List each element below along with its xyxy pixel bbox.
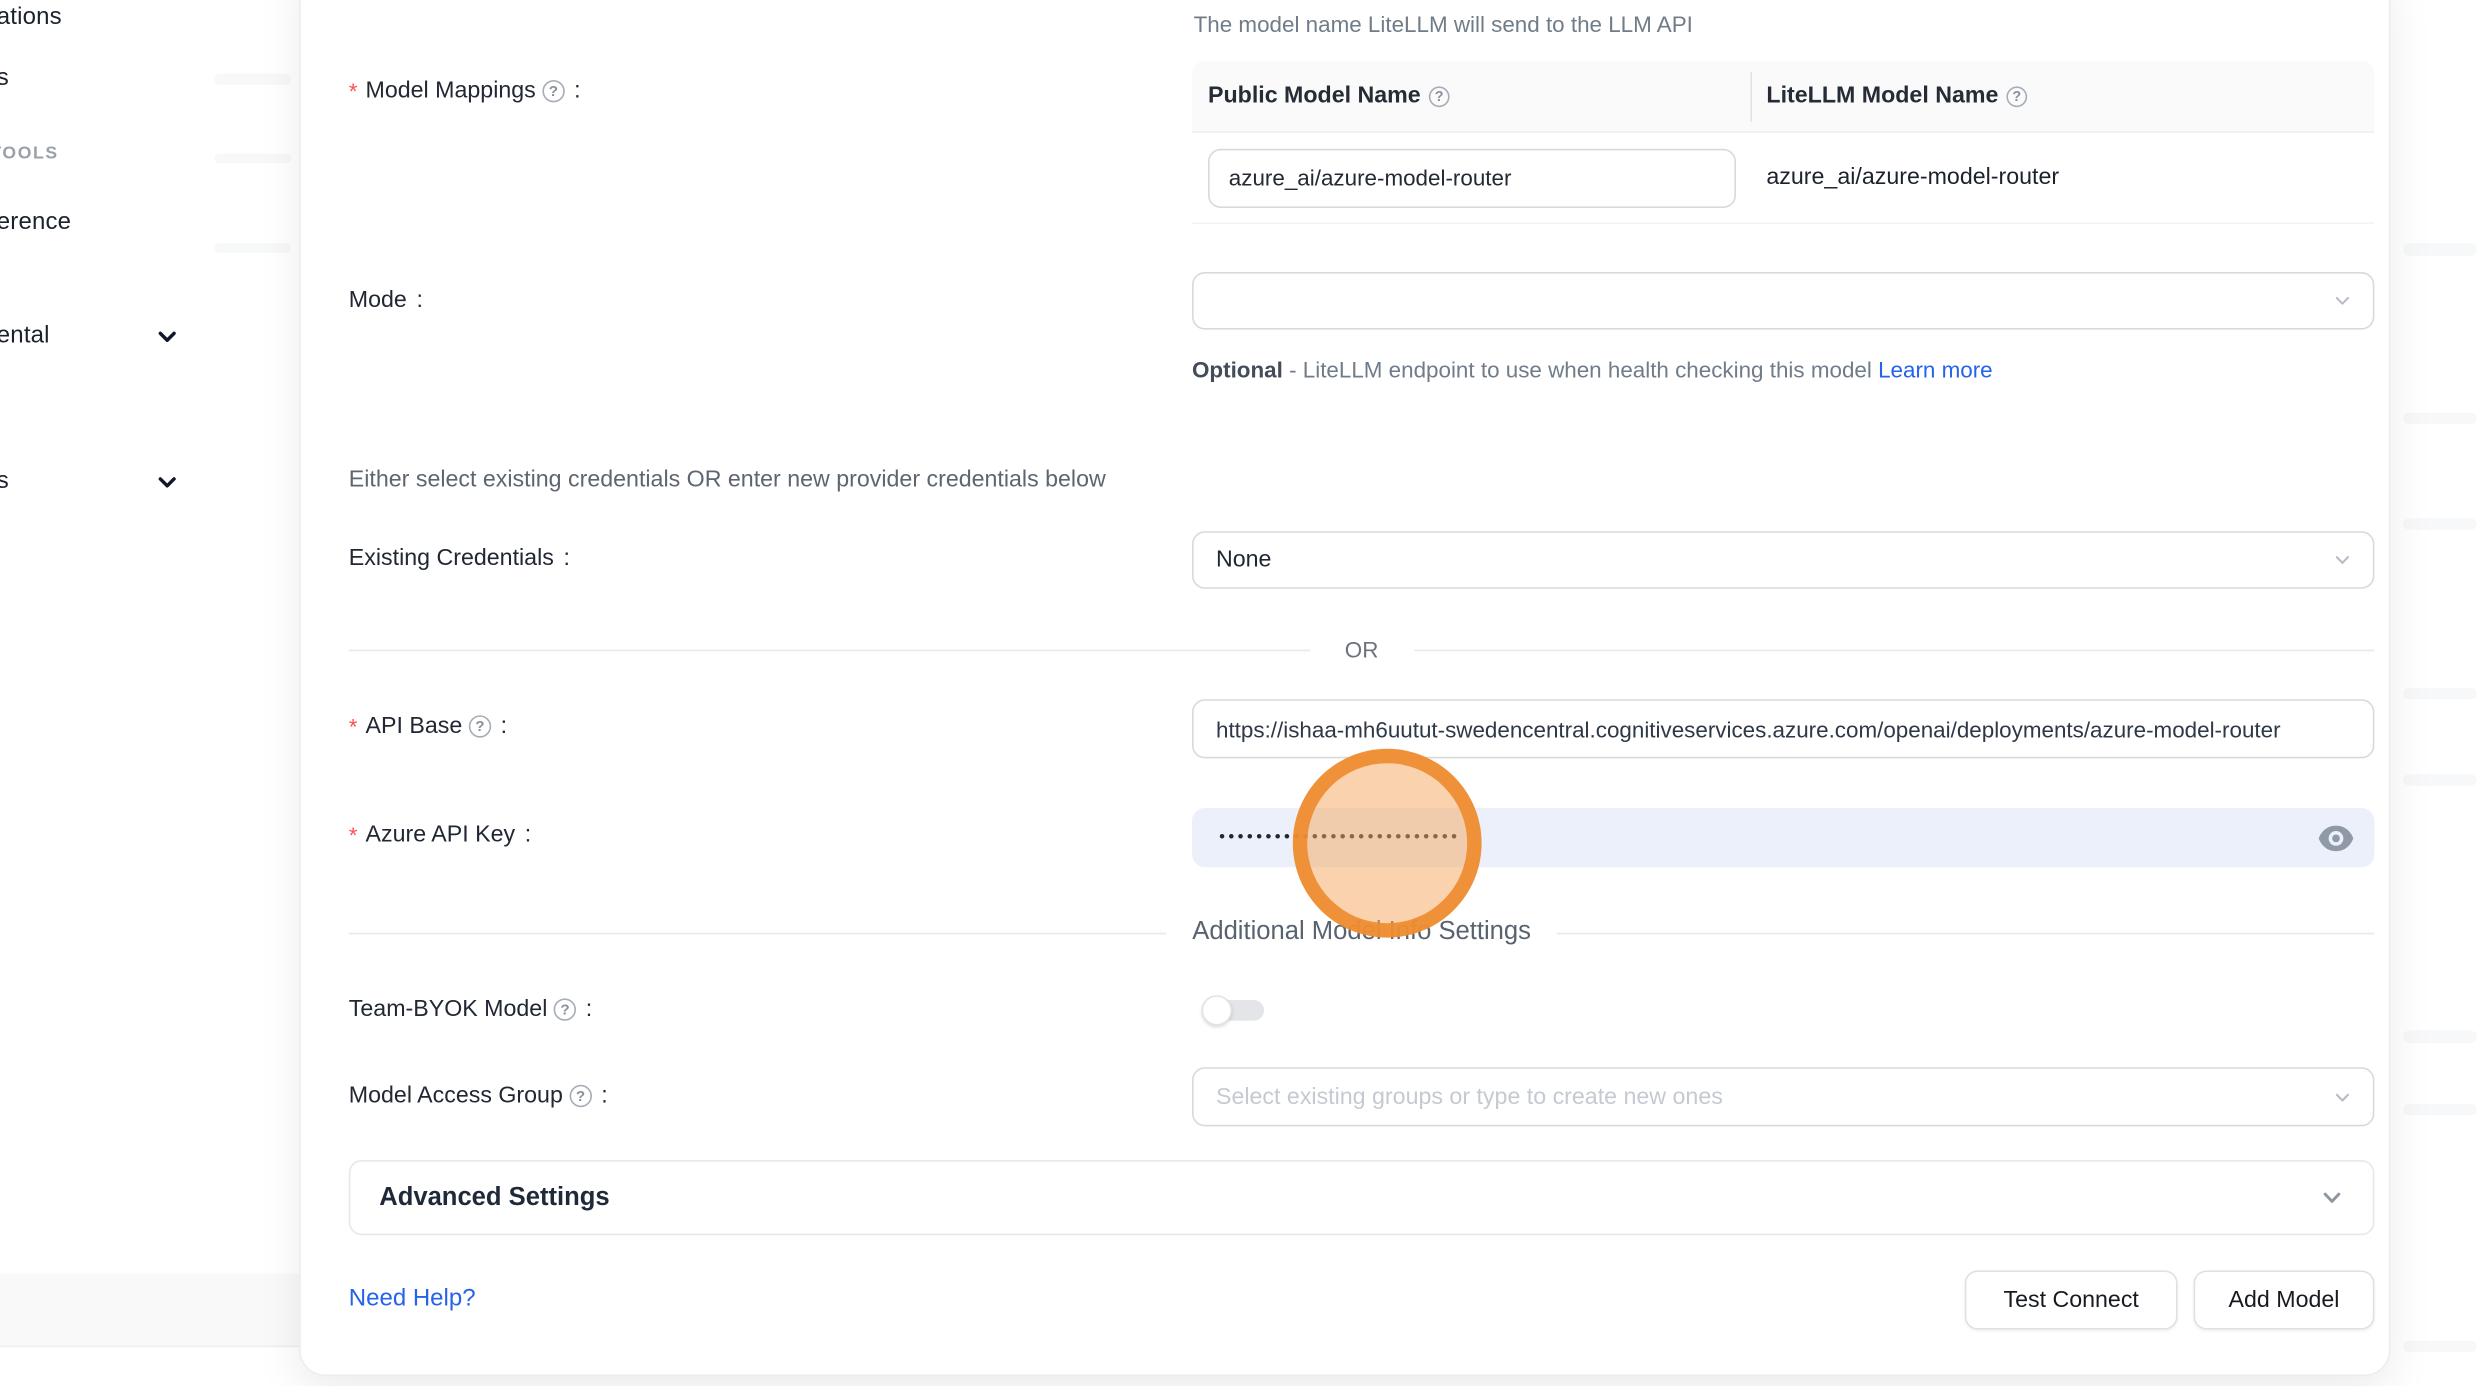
advanced-settings-panel[interactable]: Advanced Settings	[349, 1160, 2375, 1235]
chevron-down-icon	[2333, 291, 2352, 310]
team-byok-toggle[interactable]	[1202, 995, 1264, 1025]
mode-select[interactable]	[1192, 272, 2374, 330]
help-icon[interactable]: ?	[469, 715, 491, 737]
toggle-knob	[1202, 995, 1232, 1025]
chevron-down-icon	[2333, 550, 2352, 569]
column-divider	[1750, 72, 1752, 122]
required-asterisk: *	[349, 822, 358, 848]
api-base-label: * API Base ? :	[349, 714, 507, 740]
chevron-down-icon	[2320, 1186, 2344, 1210]
model-mappings-label: * Model Mappings ? :	[349, 78, 581, 104]
existing-credentials-label: Existing Credentials :	[349, 546, 570, 572]
help-icon[interactable]: ?	[542, 80, 564, 102]
column-header-public-model-name: Public Model Name ?	[1192, 83, 1750, 109]
required-asterisk: *	[349, 714, 358, 740]
learn-more-link[interactable]: Learn more	[1878, 357, 1993, 383]
mode-helper-text: Optional - LiteLLM endpoint to use when …	[1192, 350, 2005, 390]
azure-api-key-input[interactable]: ••••••••••••••••••••••••••	[1192, 808, 2374, 867]
credentials-note: Either select existing credentials OR en…	[349, 467, 1106, 493]
page: ations s TOOLS erence ental s The model …	[0, 0, 2477, 1386]
litellm-model-name-value: azure_ai/azure-model-router	[1750, 165, 2374, 191]
or-divider: OR	[349, 630, 2375, 668]
help-icon[interactable]: ?	[569, 1085, 591, 1107]
model-access-group-label: Model Access Group ? :	[349, 1083, 608, 1109]
help-icon[interactable]: ?	[1429, 86, 1450, 107]
chevron-down-icon	[2333, 1087, 2352, 1106]
help-icon[interactable]: ?	[2006, 86, 2027, 107]
need-help-link[interactable]: Need Help?	[349, 1285, 476, 1312]
required-asterisk: *	[349, 78, 358, 104]
azure-api-key-label: * Azure API Key :	[349, 822, 531, 848]
model-name-hint: The model name LiteLLM will send to the …	[1194, 11, 1693, 37]
existing-credentials-select[interactable]: None	[1192, 531, 2374, 589]
column-header-litellm-model-name: LiteLLM Model Name ?	[1750, 83, 2374, 109]
test-connect-button[interactable]: Test Connect	[1965, 1270, 2178, 1329]
api-base-input[interactable]	[1194, 701, 2373, 757]
masked-password-value: ••••••••••••••••••••••••••	[1192, 829, 1461, 847]
api-base-field	[1192, 699, 2374, 758]
model-mappings-table: Public Model Name ? LiteLLM Model Name ?…	[1192, 61, 2374, 224]
public-model-name-input[interactable]	[1208, 148, 1736, 207]
add-model-button[interactable]: Add Model	[2194, 1270, 2375, 1329]
table-header-row: Public Model Name ? LiteLLM Model Name ?	[1192, 61, 2374, 133]
eye-icon[interactable]	[2318, 825, 2353, 851]
mode-label: Mode :	[349, 288, 423, 314]
help-icon[interactable]: ?	[554, 998, 576, 1020]
additional-settings-divider: Additional Model Info Settings	[349, 914, 2375, 952]
table-row: azure_ai/azure-model-router	[1192, 133, 2374, 224]
team-byok-label: Team-BYOK Model ? :	[349, 997, 592, 1023]
model-access-group-select[interactable]: Select existing groups or type to create…	[1192, 1067, 2374, 1126]
